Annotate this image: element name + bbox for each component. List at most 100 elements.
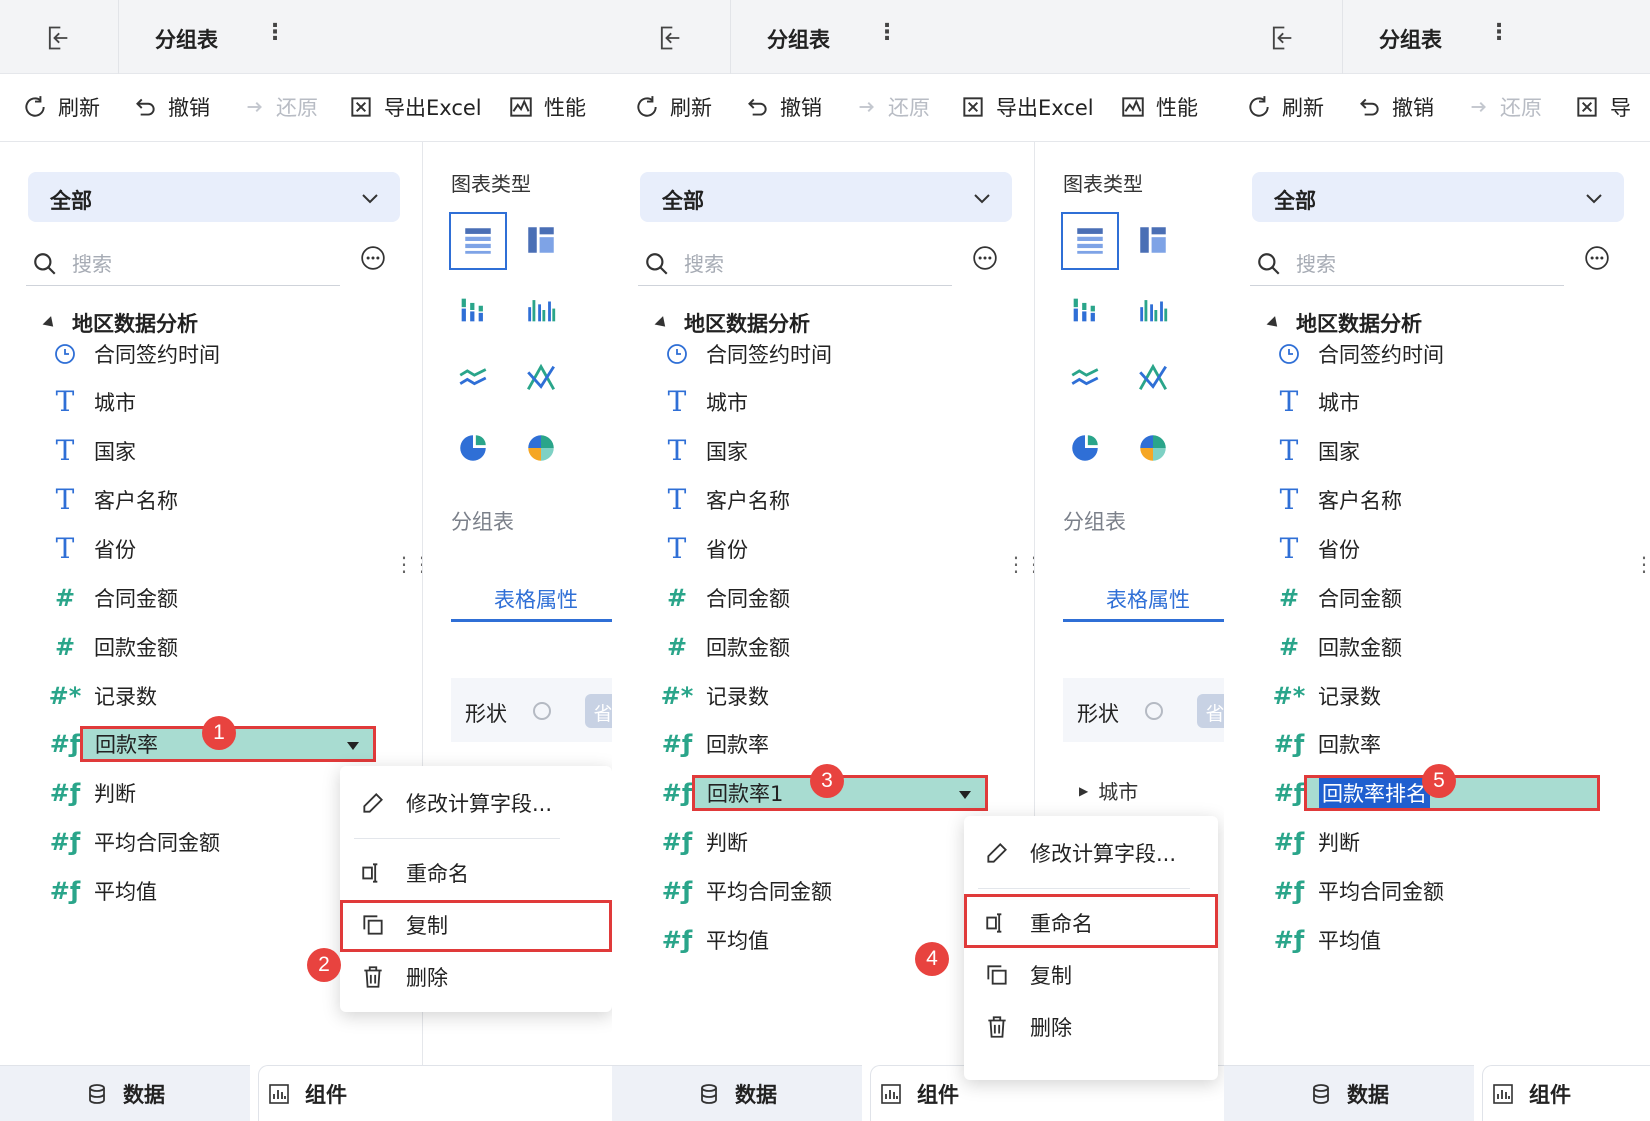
field-item[interactable]: T 省份 xyxy=(1276,529,1616,569)
dataset-dropdown[interactable]: 全部 xyxy=(28,172,400,222)
field-item[interactable]: 合同签约时间 xyxy=(52,334,392,374)
export-excel-button[interactable]: 导 xyxy=(1574,92,1631,122)
more-menu-icon[interactable]: ⋮ xyxy=(876,22,898,44)
more-menu-icon[interactable]: ⋮ xyxy=(1488,22,1510,44)
undo-button[interactable]: 撤销 xyxy=(1356,92,1434,122)
menu-delete[interactable]: 删除 xyxy=(964,1002,1072,1052)
field-item[interactable]: T 省份 xyxy=(52,529,392,569)
search-input[interactable] xyxy=(684,248,934,280)
cross-line-chart-icon[interactable] xyxy=(1129,354,1177,402)
refresh-button[interactable]: 刷新 xyxy=(22,92,100,122)
field-item[interactable]: #ƒ 平均值 xyxy=(662,920,1004,960)
field-item[interactable]: T 省份 xyxy=(664,529,1004,569)
field-item[interactable]: 合同签约时间 xyxy=(1276,334,1616,374)
field-item[interactable]: T 国家 xyxy=(664,431,1004,471)
search-input[interactable] xyxy=(72,248,322,280)
gear-icon[interactable] xyxy=(1145,702,1163,720)
export-excel-button[interactable]: 导出Excel xyxy=(348,92,482,122)
group-table-chart-icon[interactable] xyxy=(1061,212,1119,270)
field-item[interactable]: #ƒ 判断 xyxy=(1274,822,1616,862)
menu-delete[interactable]: 删除 xyxy=(340,952,448,1002)
resize-handle-icon[interactable]: ⋮ xyxy=(1634,552,1650,576)
collapse-triangle-icon[interactable] xyxy=(42,315,58,331)
tab-data[interactable]: 数据 xyxy=(612,1065,862,1121)
stacked-bar-chart-icon[interactable] xyxy=(449,286,497,334)
dataset-dropdown[interactable]: 全部 xyxy=(640,172,1012,222)
resize-handle-icon[interactable]: ⋮⋮ xyxy=(1006,552,1044,576)
expand-triangle-icon[interactable]: ▶ xyxy=(1079,784,1088,798)
tab-table-properties[interactable]: 表格属性 xyxy=(451,570,612,622)
redo-button[interactable]: 还原 xyxy=(852,92,930,122)
field-item[interactable]: #* 记录数 xyxy=(1273,676,1616,716)
tab-table-properties[interactable]: 表格属性 xyxy=(1063,570,1224,622)
field-item[interactable]: #* 记录数 xyxy=(49,676,392,716)
exit-icon[interactable] xyxy=(656,24,684,52)
grouped-bar-chart-icon[interactable] xyxy=(517,286,565,334)
menu-edit-calc-field[interactable]: 修改计算字段... xyxy=(964,828,1176,878)
more-options-icon[interactable] xyxy=(972,245,998,271)
field-item[interactable]: # 回款金额 xyxy=(1276,627,1616,667)
menu-rename[interactable]: 重命名 xyxy=(340,848,469,898)
multi-pie-chart-icon[interactable] xyxy=(1129,424,1177,472)
field-item[interactable]: #ƒ 平均合同金额 xyxy=(662,871,1004,911)
dropdown-arrow-icon[interactable] xyxy=(347,742,359,750)
shape-field-tag[interactable]: 省 xyxy=(585,694,612,728)
field-item[interactable]: T 城市 xyxy=(52,382,392,422)
tab-component[interactable]: 组件 xyxy=(258,1065,612,1121)
cross-line-chart-icon[interactable] xyxy=(517,354,565,402)
field-item[interactable]: #* 记录数 xyxy=(661,676,1004,716)
field-item[interactable]: #ƒ 平均值 xyxy=(1274,920,1616,960)
field-item[interactable]: T 客户名称 xyxy=(664,480,1004,520)
field-item[interactable]: T 城市 xyxy=(1276,382,1616,422)
exit-icon[interactable] xyxy=(44,24,72,52)
dataset-dropdown[interactable]: 全部 xyxy=(1252,172,1624,222)
collapse-triangle-icon[interactable] xyxy=(654,315,670,331)
stacked-bar-chart-icon[interactable] xyxy=(1061,286,1109,334)
menu-edit-calc-field[interactable]: 修改计算字段... xyxy=(340,778,552,828)
resize-handle-icon[interactable]: ⋮⋮ xyxy=(394,552,432,576)
collapse-triangle-icon[interactable] xyxy=(1266,315,1282,331)
shape-property-row[interactable]: 形状 省 xyxy=(1063,678,1224,742)
pie-chart-icon[interactable] xyxy=(1061,424,1109,472)
tab-data[interactable]: 数据 xyxy=(0,1065,250,1121)
pie-chart-icon[interactable] xyxy=(449,424,497,472)
city-tree-item[interactable]: ▶ 城市 xyxy=(1079,776,1138,805)
field-item[interactable]: # 合同金额 xyxy=(664,578,1004,618)
undo-button[interactable]: 撤销 xyxy=(744,92,822,122)
performance-button[interactable]: 性能 xyxy=(1120,92,1198,122)
field-item[interactable]: # 回款金额 xyxy=(52,627,392,667)
exit-icon[interactable] xyxy=(1268,24,1296,52)
field-item[interactable]: # 合同金额 xyxy=(1276,578,1616,618)
multi-pie-chart-icon[interactable] xyxy=(517,424,565,472)
gear-icon[interactable] xyxy=(533,702,551,720)
redo-button[interactable]: 还原 xyxy=(1464,92,1542,122)
search-input[interactable] xyxy=(1296,248,1546,280)
field-item[interactable]: # 回款金额 xyxy=(664,627,1004,667)
undo-button[interactable]: 撤销 xyxy=(132,92,210,122)
more-options-icon[interactable] xyxy=(1584,245,1610,271)
refresh-button[interactable]: 刷新 xyxy=(634,92,712,122)
performance-button[interactable]: 性能 xyxy=(508,92,586,122)
redo-button[interactable]: 还原 xyxy=(240,92,318,122)
menu-copy[interactable]: 复制 xyxy=(964,950,1072,1000)
shape-field-tag[interactable]: 省 xyxy=(1197,694,1224,728)
group-table-chart-icon[interactable] xyxy=(449,212,507,270)
field-item[interactable]: #ƒ 回款率 xyxy=(1274,724,1616,764)
tab-component[interactable]: 组件 xyxy=(1482,1065,1650,1121)
field-item[interactable]: T 国家 xyxy=(1276,431,1616,471)
export-excel-button[interactable]: 导出Excel xyxy=(960,92,1094,122)
field-item[interactable]: #ƒ 回款率 xyxy=(662,724,1004,764)
more-options-icon[interactable] xyxy=(360,245,386,271)
tab-data[interactable]: 数据 xyxy=(1224,1065,1474,1121)
field-item[interactable]: #ƒ 平均合同金额 xyxy=(1274,871,1616,911)
field-item[interactable]: #ƒ 判断 xyxy=(662,822,1004,862)
field-item[interactable]: 合同签约时间 xyxy=(664,334,1004,374)
cross-table-chart-icon[interactable] xyxy=(517,216,565,264)
line-chart-icon[interactable] xyxy=(449,354,497,402)
dropdown-arrow-icon[interactable] xyxy=(959,791,971,799)
field-item[interactable]: T 国家 xyxy=(52,431,392,471)
refresh-button[interactable]: 刷新 xyxy=(1246,92,1324,122)
shape-property-row[interactable]: 形状 省 xyxy=(451,678,612,742)
grouped-bar-chart-icon[interactable] xyxy=(1129,286,1177,334)
field-item[interactable]: T 客户名称 xyxy=(1276,480,1616,520)
